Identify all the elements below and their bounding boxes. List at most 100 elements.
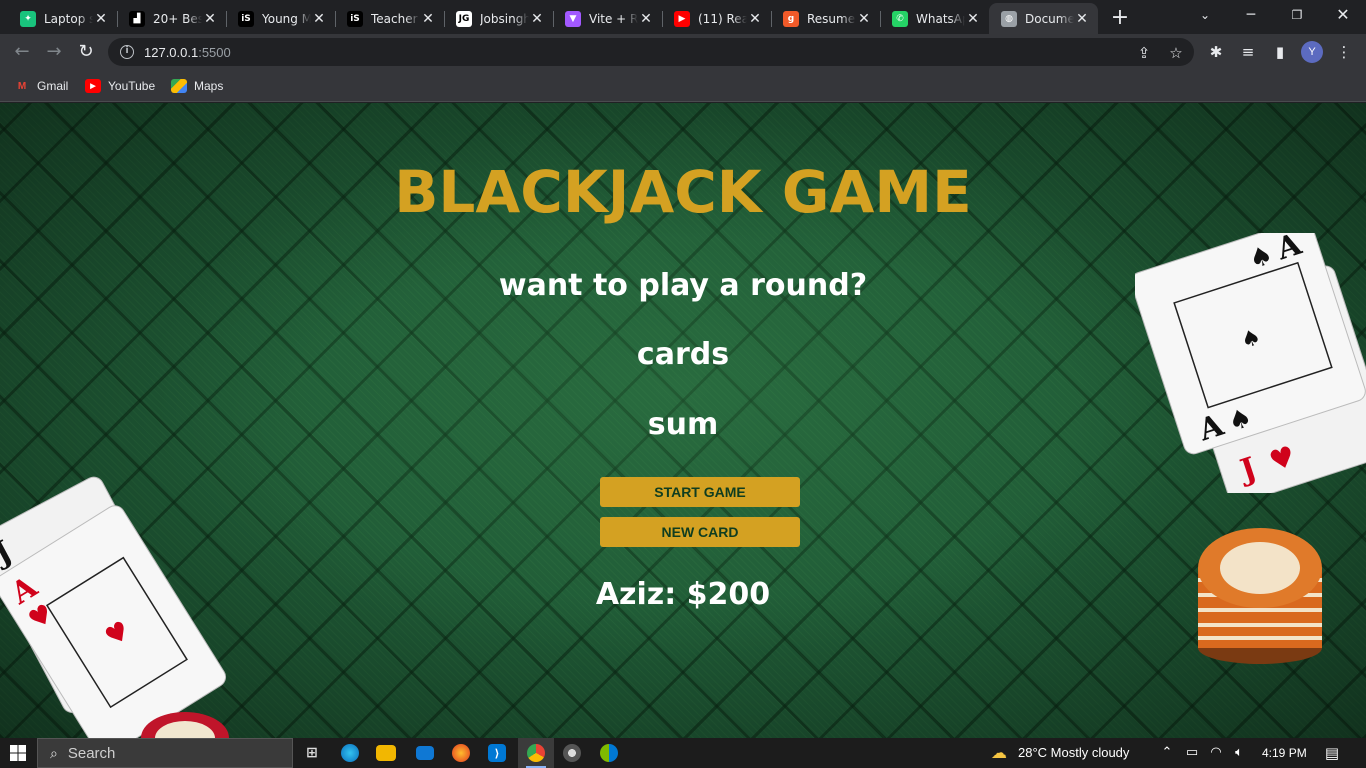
media-control-icon[interactable]: ≡: [1238, 42, 1258, 62]
vscode-icon[interactable]: ⟩: [488, 744, 506, 762]
browser-tab[interactable]: iS Teacher ✕: [335, 3, 444, 34]
tab-strip: ✦Laptop s✕▟20+ Best✕iSYoung M✕iSTeacher✕…: [0, 0, 1366, 34]
gmail-icon: M: [17, 80, 27, 92]
windows-taskbar: ⌕ Search ⊞ ⟩ ☁ 28°C Mostly cloudy ⌃ ▭ ◠ …: [0, 738, 1366, 768]
youtube-icon: ▶: [85, 79, 101, 93]
restore-button[interactable]: ❐: [1274, 0, 1320, 30]
app-icon[interactable]: [600, 744, 618, 762]
site-info-icon[interactable]: i: [120, 45, 134, 59]
tab-title: Teacher: [371, 11, 418, 26]
tab-title: (11) Rea: [698, 11, 747, 26]
maps-icon: [171, 79, 187, 93]
browser-tab[interactable]: ▼ Vite + Re✕: [553, 3, 662, 34]
profile-avatar[interactable]: Y: [1301, 41, 1323, 63]
tab-title: WhatsAp: [916, 11, 965, 26]
back-button[interactable]: ←: [8, 38, 36, 66]
chrome-icon[interactable]: [527, 744, 545, 762]
close-tab-icon[interactable]: ✕: [638, 11, 654, 27]
new-tab-button[interactable]: +: [1108, 6, 1132, 30]
vite-icon: ▼: [565, 10, 581, 27]
firefox-icon[interactable]: [452, 744, 470, 762]
url-host: 127.0.0.1: [144, 44, 199, 60]
windows-logo-icon: [10, 745, 26, 761]
close-tab-icon[interactable]: ✕: [420, 11, 436, 27]
start-button[interactable]: [0, 738, 36, 768]
close-tab-icon[interactable]: ✕: [965, 11, 981, 27]
close-window-button[interactable]: ✕: [1320, 0, 1366, 30]
weather-icon[interactable]: ☁: [986, 745, 1012, 761]
sum-text: sum: [647, 407, 719, 442]
browser-tab[interactable]: g Resume ✕: [771, 3, 880, 34]
search-placeholder: Search: [67, 744, 116, 762]
side-panel-icon[interactable]: ▮: [1270, 42, 1290, 62]
address-bar[interactable]: i 127.0.0.1:5500 ⇪ ☆: [108, 38, 1194, 66]
wifi-icon[interactable]: ◠: [1208, 745, 1224, 761]
browser-tab[interactable]: iS Young M ✕: [226, 3, 335, 34]
browser-toolbar: ← → ↻ i 127.0.0.1:5500 ⇪ ☆ ✱ ≡ ▮ Y ⋮: [0, 34, 1366, 70]
bookmarks-bar: M Gmail ▶ YouTube Maps: [0, 70, 1366, 102]
obs-icon[interactable]: [563, 744, 581, 762]
browser-tab[interactable]: ▶ (11) Rea ✕: [662, 3, 771, 34]
tab-title: Vite + Re: [589, 11, 638, 26]
weather-text[interactable]: 28°C Mostly cloudy: [1018, 738, 1129, 768]
task-view-icon[interactable]: ⊞: [300, 741, 324, 765]
site-icon: ▟: [129, 10, 145, 27]
start-game-button[interactable]: START GAME: [600, 477, 800, 507]
extensions-icon[interactable]: ✱: [1206, 42, 1226, 62]
url-port: :5500: [198, 44, 231, 60]
close-tab-icon[interactable]: ✕: [856, 11, 872, 27]
close-tab-icon[interactable]: ✕: [93, 11, 109, 27]
tab-title: 20+ Best: [153, 11, 202, 26]
tab-title: Laptop s: [44, 11, 93, 26]
g-icon: g: [783, 10, 799, 27]
close-tab-icon[interactable]: ✕: [202, 11, 218, 27]
chevron-up-icon[interactable]: ⌃: [1159, 745, 1175, 761]
bookmark-star-icon[interactable]: ☆: [1166, 44, 1186, 62]
youtube-icon: ▶: [674, 10, 690, 27]
taskbar-search-box[interactable]: ⌕ Search: [37, 738, 293, 768]
close-tab-icon[interactable]: ✕: [529, 11, 545, 27]
browser-tab[interactable]: ✦ Laptop s ✕: [8, 3, 117, 34]
new-card-button[interactable]: NEW CARD: [600, 517, 800, 547]
browser-tab[interactable]: ✆ WhatsAp ✕: [880, 3, 989, 34]
bookmark-label: Maps: [194, 79, 224, 93]
tab-title: Jobsingh: [480, 11, 529, 26]
browser-tab[interactable]: JG Jobsingh ✕: [444, 3, 553, 34]
close-tab-icon[interactable]: ✕: [747, 11, 763, 27]
volume-icon[interactable]: 🔈︎: [1231, 745, 1247, 761]
tab-title: Resume: [807, 11, 856, 26]
menu-icon[interactable]: ⋮: [1334, 42, 1354, 62]
blackjack-page: J ♠ A ♥ ♥ J ♥ A ♠ ♠ A ♠: [0, 103, 1366, 738]
jg-icon: JG: [456, 10, 472, 27]
bookmark-youtube[interactable]: ▶ YouTube: [85, 76, 155, 96]
chatgpt-icon: ✦: [20, 10, 36, 27]
player-info: Aziz: $200: [595, 577, 771, 612]
share-icon[interactable]: ⇪: [1134, 44, 1154, 62]
edge-icon[interactable]: [341, 744, 359, 762]
close-tab-icon[interactable]: ✕: [311, 11, 327, 27]
search-icon: ⌕: [50, 744, 58, 761]
file-explorer-icon[interactable]: [376, 745, 396, 761]
globe-icon: ◍: [1001, 10, 1017, 27]
reload-button[interactable]: ↻: [72, 38, 100, 66]
tab-search-button[interactable]: ⌄: [1182, 0, 1228, 30]
browser-tab[interactable]: ◍ Docume ✕: [989, 3, 1098, 34]
tab-title: Docume: [1025, 11, 1074, 26]
mail-icon[interactable]: [416, 746, 434, 760]
bookmark-gmail[interactable]: M Gmail: [14, 76, 69, 96]
game-title: BLACKJACK GAME: [394, 158, 972, 226]
clock-time[interactable]: 4:19 PM: [1262, 738, 1307, 768]
forward-button[interactable]: →: [40, 38, 68, 66]
minimize-button[interactable]: ─: [1228, 0, 1274, 30]
notification-icon[interactable]: ▤: [1324, 745, 1340, 761]
bookmark-label: YouTube: [108, 79, 156, 93]
battery-icon[interactable]: ▭: [1184, 745, 1200, 761]
whatsapp-icon: ✆: [892, 10, 908, 27]
is-icon: iS: [238, 10, 254, 27]
browser-tab[interactable]: ▟ 20+ Best✕: [117, 3, 226, 34]
bookmark-maps[interactable]: Maps: [171, 76, 223, 96]
tab-title: Young M: [262, 11, 311, 26]
poker-chip-left-image: [141, 712, 229, 738]
bookmark-label: Gmail: [37, 79, 69, 93]
close-tab-icon[interactable]: ✕: [1074, 11, 1090, 27]
